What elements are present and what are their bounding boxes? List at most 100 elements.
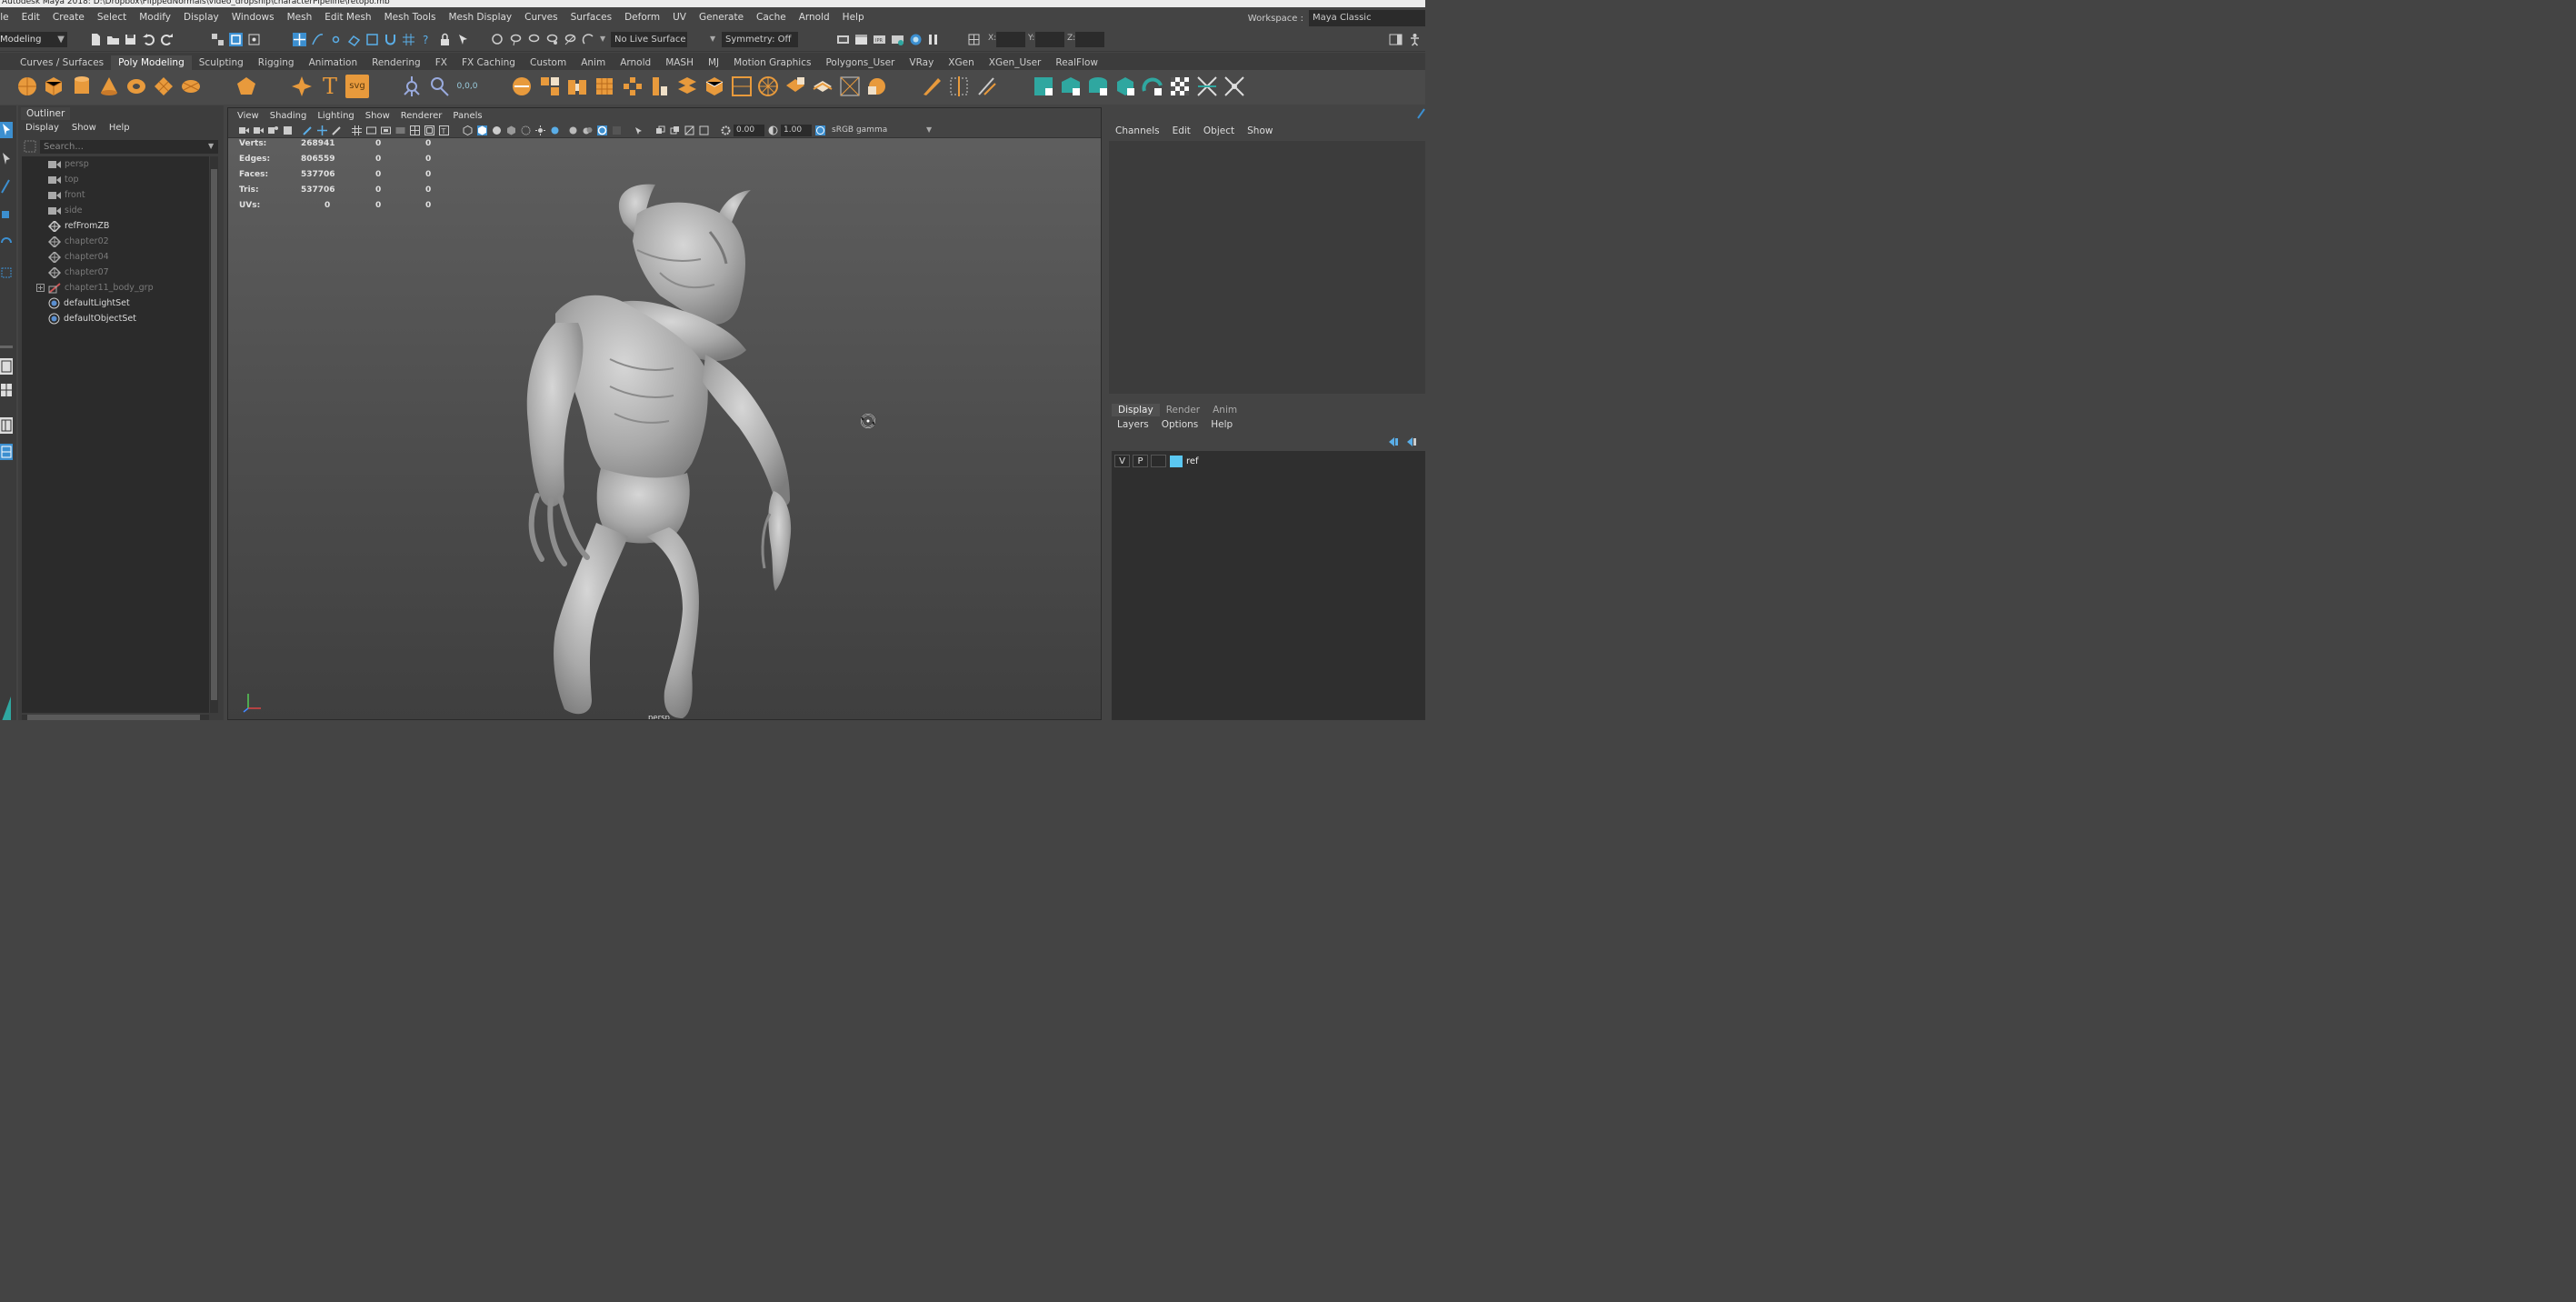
scale-tool-icon[interactable] (0, 265, 13, 281)
shelf-tab-rigging[interactable]: Rigging (251, 55, 302, 70)
tweak-icon[interactable] (582, 33, 595, 46)
outliner-item-side[interactable]: side (22, 203, 209, 218)
grid-icon[interactable] (352, 125, 362, 135)
isolate-select-icon[interactable] (612, 125, 622, 135)
uv-cut-icon[interactable] (1195, 75, 1219, 98)
snap-view-plane-icon[interactable] (347, 33, 361, 46)
uv-sew-icon[interactable] (1223, 75, 1246, 98)
snap-live-icon[interactable] (365, 33, 379, 46)
shelf-tab-vray[interactable]: VRay (902, 55, 941, 70)
fill-hole-icon[interactable] (756, 75, 780, 98)
uv-planar-icon[interactable] (1059, 75, 1083, 98)
outliner-hscrollbar[interactable] (22, 715, 209, 720)
channel-menu-object[interactable]: Object (1203, 125, 1234, 136)
color-management-icon[interactable] (815, 125, 825, 135)
snap-curve-icon[interactable] (311, 33, 324, 46)
menu-generate[interactable]: Generate (693, 12, 750, 23)
render-frame-icon[interactable] (836, 33, 850, 46)
2d-pan-icon[interactable] (317, 125, 327, 135)
attribute-editor-toggle-icon[interactable] (1416, 107, 1425, 120)
gate-mask-icon[interactable] (395, 125, 405, 135)
shelf-tab-custom[interactable]: Custom (523, 55, 574, 70)
wedge-icon[interactable] (811, 75, 834, 98)
image-plane-icon[interactable] (283, 125, 293, 135)
paint-select-icon[interactable] (527, 33, 541, 46)
person-icon[interactable] (1408, 33, 1422, 46)
motion-blur-icon[interactable] (568, 125, 578, 135)
menu-mesh-tools[interactable]: Mesh Tools (378, 12, 443, 23)
undo-icon[interactable] (142, 33, 155, 46)
uv-editor-icon[interactable] (1032, 75, 1055, 98)
grease-pencil-icon[interactable] (303, 125, 313, 135)
resolution-gate-icon[interactable] (381, 125, 391, 135)
ipr-render-icon[interactable]: IPR (873, 33, 886, 46)
extrude-icon[interactable] (703, 75, 726, 98)
perspective-viewport[interactable]: View Shading Lighting Show Renderer Pane… (227, 107, 1102, 720)
shadows-icon[interactable] (535, 125, 545, 135)
poly-cube-icon[interactable] (42, 75, 65, 98)
mirror-icon[interactable] (648, 75, 672, 98)
y-field[interactable] (1035, 32, 1064, 47)
outliner-item-reffromzb[interactable]: refFromZB (22, 218, 209, 234)
shelf-tab-fx-caching[interactable]: FX Caching (454, 55, 523, 70)
select-object-icon[interactable] (229, 33, 243, 46)
command-line-icon[interactable] (2, 696, 11, 720)
workspace-dropdown[interactable]: Maya Classic (1309, 10, 1425, 26)
shelf-tab-curves-surfaces[interactable]: Curves / Surfaces (13, 55, 111, 70)
shelf-tab-xgen[interactable]: XGen (941, 55, 981, 70)
layer-display-type-toggle[interactable] (1151, 455, 1166, 467)
menu-mesh[interactable]: Mesh (281, 12, 319, 23)
menu-curves[interactable]: Curves (518, 12, 564, 23)
type-tool-icon[interactable]: T (318, 75, 342, 98)
exposure-field[interactable]: 0.00 (734, 125, 764, 136)
viewport-menu-view[interactable]: View (232, 111, 265, 121)
multi-cut-icon[interactable] (730, 75, 754, 98)
outliner-item-chapter11-body-grp[interactable]: chapter11_body_grp (22, 280, 209, 295)
layer-visibility-toggle[interactable]: V (1114, 455, 1130, 467)
grease-pencil-draw-icon[interactable] (332, 125, 342, 135)
poly-torus-icon[interactable] (125, 75, 148, 98)
menu-select[interactable]: Select (91, 12, 133, 23)
channel-menu-channels[interactable]: Channels (1115, 125, 1160, 136)
camera-icon[interactable] (239, 125, 249, 135)
shelf-tab-fx[interactable]: FX (428, 55, 454, 70)
lasso-tool-icon[interactable] (0, 151, 13, 167)
poly-cone-icon[interactable] (97, 75, 121, 98)
uv-checker-icon[interactable] (1168, 75, 1192, 98)
outliner-item-defaultobjectset[interactable]: defaultObjectSet (22, 311, 209, 326)
move-tool-icon[interactable] (0, 207, 13, 224)
chevron-down-icon[interactable]: ▼ (710, 35, 715, 43)
outliner-item-chapter07[interactable]: chapter07 (22, 265, 209, 280)
menu-mesh-display[interactable]: Mesh Display (442, 12, 518, 23)
menu-file[interactable]: File (0, 12, 15, 23)
reflection-icon[interactable] (564, 33, 577, 46)
wireframe-on-shaded-icon[interactable] (492, 125, 502, 135)
gamma-icon[interactable] (768, 125, 778, 135)
safe-title-icon[interactable]: T (439, 125, 449, 135)
menu-surfaces[interactable]: Surfaces (564, 12, 618, 23)
creature-sculpt-model[interactable] (501, 177, 828, 720)
snap-magnet-icon[interactable] (384, 33, 397, 46)
menu-cache[interactable]: Cache (750, 12, 793, 23)
film-gate-icon[interactable] (366, 125, 376, 135)
shelf-tab-anim[interactable]: Anim (574, 55, 613, 70)
smooth-shade-icon[interactable] (477, 125, 487, 135)
snap-grid-icon[interactable] (293, 33, 306, 46)
slide-edge-icon[interactable] (975, 75, 999, 98)
use-all-lights-icon[interactable] (521, 125, 531, 135)
outliner-menu-help[interactable]: Help (109, 123, 130, 133)
bookmark-camera-icon[interactable] (268, 125, 278, 135)
outliner-item-chapter04[interactable]: chapter04 (22, 249, 209, 265)
uv-cylindrical-icon[interactable] (1086, 75, 1110, 98)
menu-create[interactable]: Create (46, 12, 91, 23)
depth-of-field-icon[interactable] (597, 125, 607, 135)
gamma-field[interactable]: 1.00 (781, 125, 812, 136)
viewport-menu-renderer[interactable]: Renderer (395, 111, 448, 121)
clapper-icon[interactable] (854, 33, 868, 46)
expand-plus-icon[interactable] (36, 284, 45, 292)
menu-set-dropdown[interactable]: Modeling ▼ (0, 32, 67, 47)
screen-space-ao-icon[interactable] (550, 125, 560, 135)
wireframe-icon[interactable] (463, 125, 473, 135)
persp-outliner-layout-icon[interactable] (0, 417, 13, 434)
shelf-tab-rendering[interactable]: Rendering (364, 55, 428, 70)
